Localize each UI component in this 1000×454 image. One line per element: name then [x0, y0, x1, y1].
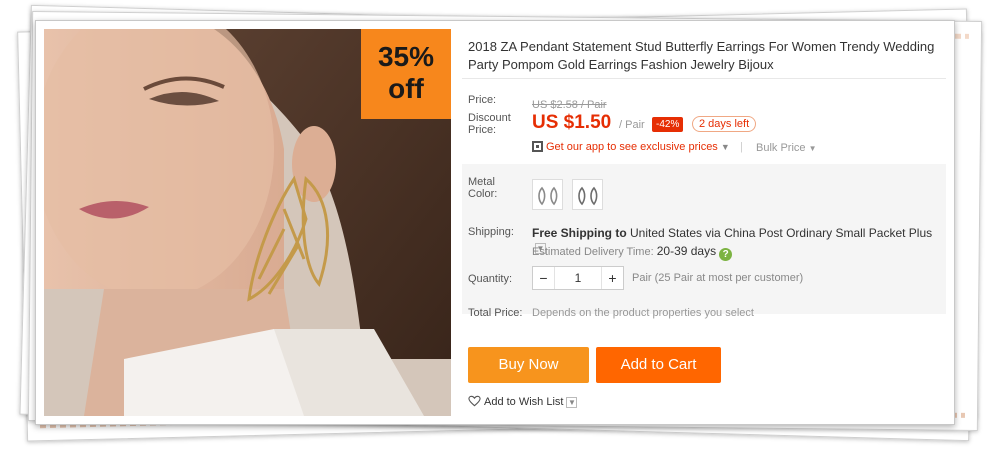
chevron-down-icon: ▼ — [720, 142, 730, 152]
product-card: 35% off 2018 ZA Pendant Statement Stud B… — [35, 20, 955, 425]
discount-price: US $1.50 — [532, 112, 612, 133]
butterfly-earring-icon — [538, 186, 558, 206]
add-to-wish-list-link[interactable]: Add to Wish List ▼ — [468, 395, 578, 408]
eta-label: Estimated Delivery Time: — [532, 246, 654, 258]
app-promo-text: Get our app to see exclusive prices — [546, 141, 718, 153]
add-to-cart-button[interactable]: Add to Cart — [596, 347, 721, 383]
discount-badge: 35% off — [361, 29, 451, 119]
bulk-price-label: Bulk Price — [756, 142, 806, 154]
free-shipping-text: Free Shipping to — [532, 226, 627, 240]
metal-color-label: Metal Color: — [468, 176, 498, 200]
total-price-label: Total Price: — [468, 307, 523, 319]
delivery-estimate: Estimated Delivery Time: 20-39 days ? — [532, 244, 733, 261]
product-info: 2018 ZA Pendant Statement Stud Butterfly… — [462, 29, 946, 414]
app-promo-link[interactable]: Get our app to see exclusive prices ▼ — [532, 141, 730, 153]
increase-quantity-button[interactable]: + — [601, 267, 623, 289]
chevron-down-icon[interactable]: ▼ — [566, 397, 578, 408]
quantity-input[interactable]: 1 — [555, 267, 601, 289]
divider: | — [740, 141, 743, 153]
help-icon[interactable]: ? — [719, 248, 733, 261]
shipping-destination: United States via China Post Ordinary Sm… — [630, 226, 933, 240]
shipping-label: Shipping: — [468, 226, 514, 238]
original-price: US $2.58 / Pair — [532, 99, 607, 111]
quantity-label: Quantity: — [468, 273, 513, 285]
color-swatch-gold[interactable] — [572, 179, 603, 210]
color-swatch-silver[interactable] — [532, 179, 563, 210]
quantity-stepper: − 1 + — [532, 266, 624, 290]
wish-list-label: Add to Wish List — [484, 396, 564, 408]
decrease-quantity-button[interactable]: − — [533, 267, 555, 289]
qr-code-icon — [532, 141, 543, 152]
product-title[interactable]: 2018 ZA Pendant Statement Stud Butterfly… — [462, 29, 946, 79]
total-price-note: Depends on the product properties you se… — [532, 307, 754, 319]
discount-off: off — [388, 73, 424, 104]
chevron-down-icon: ▼ — [808, 144, 817, 153]
price-unit: / Pair — [619, 119, 645, 131]
percent-off-badge: -42% — [652, 117, 684, 132]
bulk-price-dropdown[interactable]: Bulk Price ▼ — [756, 142, 817, 154]
eta-value: 20-39 days — [656, 244, 717, 258]
product-image[interactable]: 35% off — [44, 29, 451, 416]
quantity-note: Pair (25 Pair at most per customer) — [632, 272, 804, 284]
butterfly-earring-icon — [578, 186, 598, 206]
discount-percent: 35% — [377, 41, 435, 72]
time-left-badge: 2 days left — [692, 116, 757, 132]
heart-icon — [468, 395, 481, 407]
discount-price-label: Discount Price: — [468, 112, 511, 136]
buy-now-button[interactable]: Buy Now — [468, 347, 589, 383]
price-label: Price: — [468, 94, 497, 106]
